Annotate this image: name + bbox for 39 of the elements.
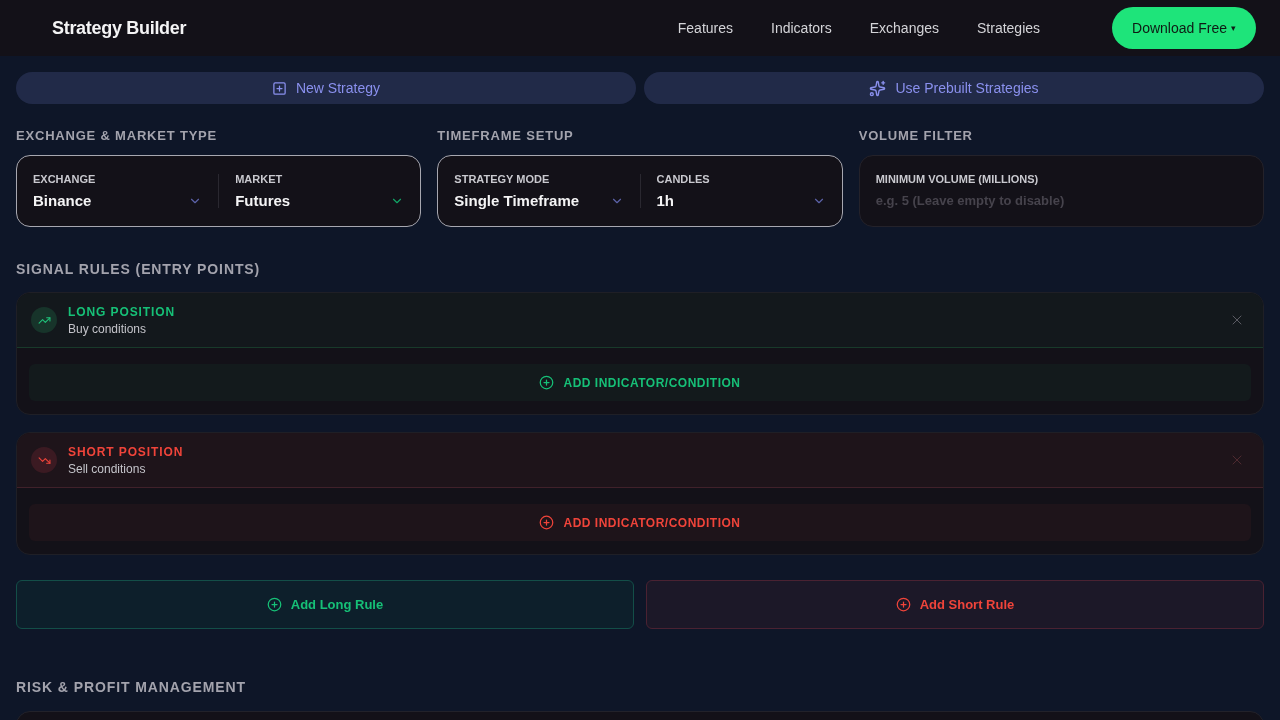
plus-square-icon <box>271 80 287 96</box>
caret-icon: ▾ <box>1231 23 1236 33</box>
add-rule-button[interactable]: Add Long Rule <box>16 580 634 629</box>
field-label: EXCHANGE <box>33 172 97 186</box>
rule-title: LONG POSITION <box>68 303 176 320</box>
prebuilt-strategies-button[interactable]: Use Prebuilt Strategies <box>644 72 1264 104</box>
nav-link[interactable]: Features <box>677 20 734 36</box>
field-label: STRATEGY MODE <box>454 172 551 186</box>
section-title: TIMEFRAME SETUP <box>437 128 575 144</box>
dropdown-select[interactable]: 1h <box>656 191 826 210</box>
plus-circle-icon <box>895 597 911 612</box>
nav-link[interactable]: Indicators <box>771 20 832 36</box>
section-title: SIGNAL RULES (ENTRY POINTS) <box>16 261 262 277</box>
download-button[interactable]: Download Free ▾ <box>1112 7 1256 49</box>
field-label: CANDLES <box>656 172 711 186</box>
trend-down-icon <box>31 447 57 473</box>
field-label: MARKET <box>235 172 284 186</box>
sparkles-icon <box>869 79 887 97</box>
section-title: EXCHANGE & MARKET TYPE <box>16 128 219 144</box>
rule-subtitle: Buy conditions <box>68 321 148 337</box>
rule-title: SHORT POSITION <box>68 443 184 460</box>
field-label: MINIMUM VOLUME (MILLIONS) <box>875 172 1040 186</box>
brand-title: Strategy Builder <box>52 17 187 39</box>
plus-circle-icon <box>266 597 282 612</box>
nav-link[interactable]: Exchanges <box>869 20 939 36</box>
section-title: RISK & PROFIT MANAGEMENT <box>16 679 248 695</box>
add-condition-button[interactable]: ADD INDICATOR/CONDITION <box>29 364 1251 401</box>
section-title: VOLUME FILTER <box>858 128 974 144</box>
new-strategy-button[interactable]: New Strategy <box>16 72 636 104</box>
dropdown-select[interactable]: Binance <box>33 191 203 210</box>
add-rule-button[interactable]: Add Short Rule <box>646 580 1264 629</box>
trend-up-icon <box>31 307 57 333</box>
add-condition-button[interactable]: ADD INDICATOR/CONDITION <box>29 504 1251 541</box>
plus-circle-icon <box>539 375 555 390</box>
dropdown-select[interactable]: Single Timeframe <box>454 191 624 210</box>
rule-subtitle: Sell conditions <box>68 461 147 477</box>
plus-circle-icon <box>539 515 555 530</box>
nav-link[interactable]: Strategies <box>977 20 1041 36</box>
dropdown-select[interactable]: Futures <box>235 191 405 210</box>
